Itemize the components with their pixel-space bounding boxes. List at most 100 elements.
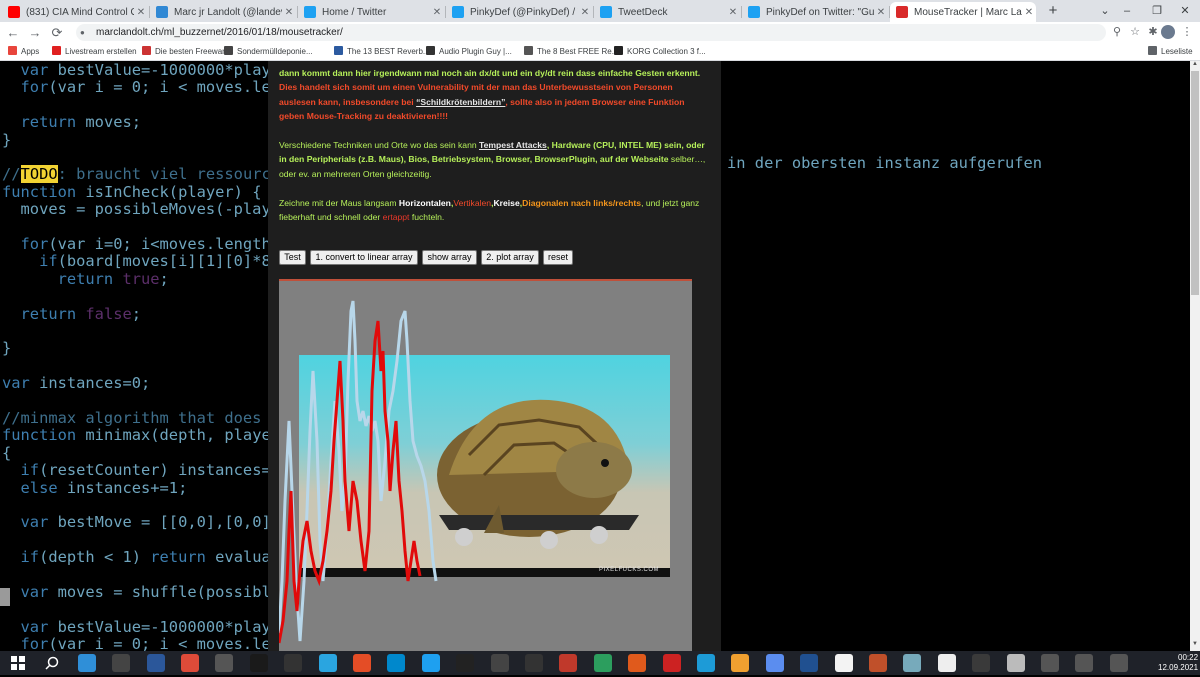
- app-icon[interactable]: [903, 654, 922, 672]
- code-line: if(resetCounter) instances=0;: [2, 461, 290, 479]
- clock-date: 12.09.2021: [1158, 663, 1199, 672]
- clock[interactable]: 00:22 12.09.2021: [1158, 653, 1198, 673]
- tab[interactable]: (831) CIA Mind Control Operatio✕: [2, 2, 148, 22]
- star-icon[interactable]: ☆: [1126, 24, 1144, 41]
- avatar[interactable]: [1161, 25, 1175, 39]
- menu-icon[interactable]: ⋮: [1178, 24, 1196, 41]
- code-line: function minimax(depth, player,: [2, 426, 289, 444]
- app-icon[interactable]: [249, 654, 268, 672]
- app-icon[interactable]: [697, 654, 715, 672]
- test-button[interactable]: Test: [279, 250, 306, 265]
- app-icon[interactable]: [593, 654, 612, 672]
- app-icon[interactable]: [628, 654, 647, 672]
- plot-array-button[interactable]: 2. plot array: [481, 250, 539, 265]
- app-icon[interactable]: [318, 654, 337, 672]
- app-icon[interactable]: [387, 654, 406, 672]
- tab-close-icon[interactable]: ✕: [430, 7, 444, 18]
- app-icon[interactable]: [869, 654, 887, 672]
- code-line: //minmax algorithm that does th: [2, 409, 289, 427]
- tab-close-icon[interactable]: ✕: [1022, 7, 1036, 18]
- back-button[interactable]: ←: [4, 24, 22, 41]
- lock-icon[interactable]: ●: [80, 24, 85, 41]
- taskbar: 00:22 12.09.2021: [0, 651, 1200, 675]
- code-line: }: [2, 339, 11, 357]
- chrome-icon[interactable]: [181, 654, 199, 672]
- app-icon[interactable]: [559, 654, 578, 672]
- scroll-down-icon[interactable]: ▼: [1191, 641, 1199, 651]
- tab[interactable]: PinkyDef (@PinkyDef) / Twitter✕: [446, 2, 592, 22]
- maximize-button[interactable]: ❐: [1142, 0, 1172, 22]
- code-token: TODO: [20, 165, 58, 184]
- app-icon[interactable]: [834, 654, 853, 672]
- scroll-up-icon[interactable]: ▲: [1191, 61, 1199, 71]
- tab[interactable]: TweetDeck ✕: [594, 2, 740, 22]
- app-icon[interactable]: [1006, 654, 1025, 672]
- plot-area[interactable]: PIXELFUCKS.COM: [279, 279, 692, 651]
- app-icon[interactable]: [421, 654, 440, 672]
- app-icon[interactable]: [1109, 654, 1128, 672]
- reload-button[interactable]: ⟳: [48, 24, 66, 41]
- app-icon[interactable]: [662, 654, 681, 672]
- article-text: dann kommt dann hier irgendwann mal noch…: [279, 66, 711, 239]
- code-line: function isInCheck(player) {: [2, 183, 261, 201]
- show-array-button[interactable]: show array: [422, 250, 477, 265]
- bookmark-item[interactable]: Sondermülldeponie...: [224, 43, 313, 61]
- reading-list[interactable]: Leseliste: [1148, 43, 1193, 61]
- app-icon[interactable]: [972, 654, 991, 672]
- app-icon[interactable]: [456, 654, 475, 672]
- search-icon[interactable]: [43, 654, 61, 672]
- app-icon[interactable]: [284, 654, 303, 672]
- tab[interactable]: Home / Twitter ✕: [298, 2, 444, 22]
- store-icon[interactable]: [112, 654, 131, 672]
- url-bar[interactable]: ● marclandolt.ch/ml_buzzernet/2016/01/18…: [76, 24, 1106, 41]
- code-line: return true;: [2, 270, 169, 288]
- bookmark-item[interactable]: The 13 BEST Reverb...: [334, 43, 430, 61]
- bookmark-item[interactable]: Die besten Freewar...: [142, 43, 231, 61]
- bookmark-item[interactable]: Livestream erstellen: [52, 43, 137, 61]
- extensions-icon[interactable]: ✱: [1144, 24, 1162, 41]
- windows-logo-icon: [11, 656, 25, 670]
- minimize-button[interactable]: –: [1112, 0, 1142, 22]
- forward-button[interactable]: →: [26, 24, 44, 41]
- convert-button[interactable]: 1. convert to linear array: [310, 250, 418, 265]
- zoom-icon[interactable]: ⚲: [1108, 24, 1126, 41]
- tab-separator: [889, 6, 890, 18]
- bookmark-favicon-icon: [142, 46, 151, 55]
- tab[interactable]: Marc jr Landolt (@landev@mast✕: [150, 2, 296, 22]
- bookmark-item[interactable]: Audio Plugin Guy |...: [426, 43, 512, 61]
- code-token: }: [2, 339, 12, 358]
- windows-icon[interactable]: [9, 654, 27, 672]
- app-icon[interactable]: [765, 654, 784, 672]
- code-token: {: [2, 443, 12, 462]
- scrollbar-thumb[interactable]: [1191, 71, 1199, 295]
- page-scrollbar[interactable]: ▲ ▼: [1190, 61, 1200, 651]
- app-icon[interactable]: [525, 654, 543, 672]
- tab-close-icon[interactable]: ✕: [578, 7, 592, 18]
- app-icon[interactable]: [937, 654, 956, 672]
- tempest-link[interactable]: Tempest Attacks: [479, 140, 547, 150]
- reset-button[interactable]: reset: [543, 250, 573, 265]
- edge-icon[interactable]: [77, 654, 96, 672]
- turtle-link[interactable]: “Schildkrötenbildern”: [416, 97, 505, 107]
- tab-close-icon[interactable]: ✕: [134, 7, 148, 18]
- mail-icon[interactable]: [146, 654, 165, 672]
- code-token: instances+=1;: [66, 478, 188, 497]
- close-window-button[interactable]: ✕: [1170, 0, 1200, 22]
- bookmark-item[interactable]: KORG Collection 3 f...: [614, 43, 706, 61]
- tab[interactable]: MouseTracker | Marc Landolts B✕: [890, 2, 1036, 22]
- app-icon[interactable]: [215, 654, 234, 672]
- app-icon[interactable]: [353, 654, 371, 672]
- bookmark-item[interactable]: Apps: [8, 43, 39, 61]
- new-tab-button[interactable]: +: [1044, 2, 1062, 20]
- app-icon[interactable]: [800, 654, 819, 672]
- app-icon[interactable]: [1041, 654, 1059, 672]
- app-icon[interactable]: [1075, 654, 1094, 672]
- tab-close-icon[interactable]: ✕: [874, 7, 888, 18]
- tab-title: (831) CIA Mind Control Operatio: [26, 6, 134, 18]
- app-icon[interactable]: [731, 654, 750, 672]
- tab[interactable]: PinkyDef on Twitter: "Guten Tag✕: [742, 2, 888, 22]
- bookmark-item[interactable]: The 8 Best FREE Re...: [524, 43, 618, 61]
- tab-close-icon[interactable]: ✕: [726, 7, 740, 18]
- app-icon[interactable]: [490, 654, 509, 672]
- tab-close-icon[interactable]: ✕: [282, 7, 296, 18]
